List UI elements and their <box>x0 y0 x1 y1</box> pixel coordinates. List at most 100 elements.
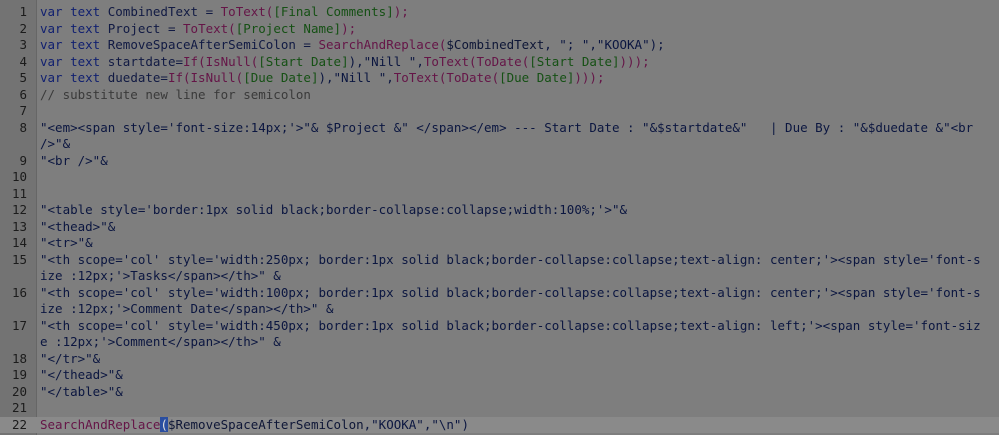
code-token: SearchAndReplace( <box>318 37 447 52</box>
code-token: "<tr>"& <box>40 235 93 250</box>
code-text[interactable] <box>40 103 999 120</box>
code-text[interactable]: SearchAndReplace($RemoveSpaceAfterSemiCo… <box>40 416 999 434</box>
code-token: ToText( <box>220 4 274 19</box>
code-text[interactable]: "<th scope='col' style='width:250px; bor… <box>40 252 999 285</box>
code-token: "<em><span style='font-size:14px;'>"& $P… <box>40 119 981 152</box>
code-line[interactable]: 16 "<th scope='col' style='width:100px; b… <box>0 285 999 318</box>
line-number: 16 <box>11 284 27 300</box>
code-token: Project = <box>100 20 184 36</box>
code-line[interactable]: 2 var text Project = ToText([Project Name… <box>0 21 999 38</box>
line-number: 22 <box>11 416 27 432</box>
line-number: 10 <box>11 169 27 184</box>
code-token: [Due Date] <box>243 70 319 85</box>
line-number: 21 <box>11 400 27 415</box>
code-token: [Due Date] <box>499 70 575 85</box>
code-token: "<th scope='col' style='width:450px; bor… <box>40 317 981 350</box>
code-line[interactable]: 20 "</table>"& <box>0 384 999 401</box>
code-text[interactable]: "<th scope='col' style='width:450px; bor… <box>40 318 999 351</box>
code-line[interactable]: 4 var text startdate=If(IsNull([Start Dat… <box>0 54 999 71</box>
code-token: "<th scope='col' style='width:100px; bor… <box>40 284 981 317</box>
code-token: duedate= <box>100 70 168 85</box>
code-line[interactable]: 22 SearchAndReplace($RemoveSpaceAfterSemi… <box>0 416 999 434</box>
code-token: ); <box>393 4 409 19</box>
code-line[interactable]: 13 "<thead>"& <box>0 219 999 236</box>
code-line[interactable]: 5 var text duedate=If(IsNull([Due Date]),… <box>0 70 999 87</box>
code-token: ); <box>341 20 357 36</box>
code-token: "</tr>"& <box>40 350 101 366</box>
line-number: 14 <box>11 235 27 250</box>
code-line[interactable]: 9 "<br />"& <box>0 153 999 170</box>
line-number: 3 <box>19 37 27 52</box>
code-text[interactable]: var text RemoveSpaceAfterSemiColon = Sea… <box>40 37 999 54</box>
code-text[interactable] <box>40 169 999 186</box>
code-token: $CombinedText <box>446 37 545 52</box>
code-text[interactable]: "<tr>"& <box>40 235 999 252</box>
code-token: If(IsNull( <box>183 53 259 69</box>
code-token: If(IsNull( <box>167 70 244 85</box>
code-token: text <box>70 53 101 69</box>
code-text[interactable]: "<th scope='col' style='width:100px; bor… <box>40 285 999 318</box>
line-number: 4 <box>19 53 27 69</box>
code-line[interactable]: 1 var text CombinedText = ToText([Final C… <box>0 4 999 21</box>
code-token: "</table>"& <box>40 383 123 399</box>
code-token: // substitute new line for semicolon <box>40 86 311 102</box>
code-text[interactable]: var text Project = ToText([Project Name]… <box>40 21 999 38</box>
line-number: 19 <box>11 367 27 382</box>
code-line[interactable]: 11 <box>0 186 999 203</box>
code-text[interactable]: "<table style='border:1px solid black;bo… <box>40 202 999 219</box>
line-number: 20 <box>11 383 27 399</box>
code-token: var <box>40 70 63 85</box>
code-line[interactable]: 3 var text RemoveSpaceAfterSemiColon = Se… <box>0 37 999 54</box>
code-token: var <box>40 53 63 69</box>
code-line[interactable]: 8 "<em><span style='font-size:14px;'>"& $… <box>0 120 999 153</box>
code-token: var <box>40 20 63 36</box>
code-text[interactable]: var text startdate=If(IsNull([Start Date… <box>40 54 999 71</box>
code-line[interactable]: 12 "<table style='border:1px solid black;… <box>0 202 999 219</box>
code-token: "<br />"& <box>40 152 108 168</box>
code-line[interactable]: 15 "<th scope='col' style='width:250px; b… <box>0 252 999 285</box>
formula-editor[interactable]: 1 var text CombinedText = ToText([Final C… <box>0 0 999 435</box>
code-token: ))); <box>619 53 650 69</box>
code-text[interactable] <box>40 186 999 203</box>
code-text[interactable]: "</tr>"& <box>40 351 999 368</box>
code-token: "</thead>"& <box>40 367 123 382</box>
code-line[interactable]: 14 "<tr>"& <box>0 235 999 252</box>
code-line[interactable]: 21 <box>0 400 999 417</box>
code-token: "<thead>"& <box>40 218 116 234</box>
code-token: ( <box>160 416 168 432</box>
code-token: text <box>70 4 101 19</box>
code-token: [Project Name] <box>235 20 342 36</box>
code-text[interactable]: "<thead>"& <box>40 219 999 236</box>
code-token: SearchAndReplace <box>40 416 161 432</box>
code-token: var <box>40 4 63 19</box>
code-token: ToText(ToDate( <box>393 70 500 85</box>
code-token: [Final Comments] <box>273 4 394 19</box>
code-text[interactable]: var text duedate=If(IsNull([Due Date]),"… <box>40 70 999 87</box>
code-line[interactable]: 6 // substitute new line for semicolon <box>0 87 999 104</box>
code-text[interactable]: "<br />"& <box>40 153 999 170</box>
code-text[interactable]: "</thead>"& <box>40 367 999 384</box>
code-token: "<table style='border:1px solid black;bo… <box>40 202 627 217</box>
code-text[interactable] <box>40 400 999 417</box>
code-line[interactable]: 7 <box>0 103 999 120</box>
line-number: 6 <box>19 86 27 102</box>
code-line[interactable]: 10 <box>0 169 999 186</box>
code-area[interactable]: 1 var text CombinedText = ToText([Final C… <box>0 4 999 433</box>
line-number: 15 <box>11 251 27 267</box>
code-text[interactable]: "</table>"& <box>40 384 999 401</box>
code-token: ))); <box>574 70 605 85</box>
code-token: text <box>70 20 101 36</box>
code-token: text <box>70 70 101 85</box>
line-number: 2 <box>19 20 27 36</box>
code-line[interactable]: 18 "</tr>"& <box>0 351 999 368</box>
code-line[interactable]: 17 "<th scope='col' style='width:450px; b… <box>0 318 999 351</box>
code-token: , "; ","KOOKA"); <box>544 37 665 52</box>
code-token: $RemoveSpaceAfterSemiColon <box>167 416 364 432</box>
code-line[interactable]: 19 "</thead>"& <box>0 367 999 384</box>
code-text[interactable]: "<em><span style='font-size:14px;'>"& $P… <box>40 120 999 153</box>
code-token: CombinedText = <box>100 4 221 19</box>
code-token: [Start Date] <box>529 53 620 69</box>
code-text[interactable]: var text CombinedText = ToText([Final Co… <box>40 4 999 21</box>
line-number: 9 <box>19 152 27 168</box>
code-text[interactable]: // substitute new line for semicolon <box>40 87 999 104</box>
